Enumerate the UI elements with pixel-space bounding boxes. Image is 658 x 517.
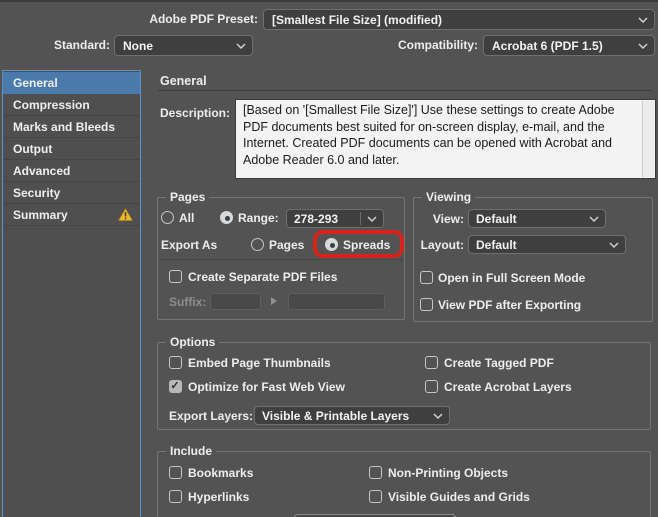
bookmarks-checkbox[interactable]	[169, 466, 182, 479]
include-group: Include Bookmarks Non-Printing Objects H…	[157, 445, 651, 517]
bookmarks-label[interactable]: Bookmarks	[188, 466, 253, 480]
sidebar-item-label: Output	[13, 142, 53, 156]
settings-section-list: General Compression Marks and Bleeds Out…	[2, 70, 141, 517]
suffix-field-1	[210, 293, 261, 310]
chevron-down-icon	[367, 215, 377, 222]
view-value: Default	[476, 211, 517, 226]
create-tagged-pdf-checkbox[interactable]	[425, 356, 438, 369]
combo-divider	[360, 212, 361, 225]
suffix-label: Suffix:	[169, 295, 207, 309]
chevron-down-icon	[638, 16, 648, 23]
pages-legend: Pages	[166, 191, 210, 204]
chevron-down-icon	[433, 412, 443, 419]
pages-radio[interactable]	[251, 238, 264, 251]
standard-dropdown[interactable]: None	[114, 35, 253, 56]
sidebar-item-label: Marks and Bleeds	[13, 120, 116, 134]
layout-value: Default	[476, 237, 517, 252]
all-radio[interactable]	[161, 211, 174, 224]
annotation-highlight-spreads	[313, 230, 404, 258]
range-radio[interactable]	[220, 211, 233, 224]
panel-heading: General	[160, 74, 207, 88]
open-fullscreen-checkbox[interactable]	[420, 271, 433, 284]
export-layers-dropdown[interactable]: Visible & Printable Layers	[254, 406, 450, 425]
pages-divider	[159, 259, 403, 260]
heading-divider	[158, 90, 652, 91]
options-legend: Options	[166, 336, 220, 349]
sidebar-item-label: Advanced	[13, 164, 71, 178]
sidebar-item-summary[interactable]: Summary	[3, 204, 140, 226]
hyperlinks-checkbox[interactable]	[169, 490, 182, 503]
suffix-field-2	[288, 293, 385, 310]
sidebar-item-security[interactable]: Security	[3, 182, 140, 204]
create-acrobat-layers-label[interactable]: Create Acrobat Layers	[444, 380, 572, 394]
non-printing-objects-checkbox[interactable]	[369, 466, 382, 479]
view-pdf-after-label[interactable]: View PDF after Exporting	[438, 298, 581, 312]
embed-thumbnails-label[interactable]: Embed Page Thumbnails	[188, 356, 331, 370]
visible-guides-grids-checkbox[interactable]	[369, 490, 382, 503]
view-label: View:	[432, 212, 464, 226]
visible-guides-grids-label[interactable]: Visible Guides and Grids	[388, 490, 530, 504]
sidebar-item-general[interactable]: General	[3, 72, 140, 94]
description-label: Description:	[160, 106, 231, 120]
preset-dropdown[interactable]: [Smallest File Size] (modified)	[263, 9, 655, 30]
pages-group: Pages All Range: 278-293 Export As Pages…	[157, 191, 405, 320]
include-legend: Include	[166, 445, 217, 458]
create-separate-pdf-label[interactable]: Create Separate PDF Files	[188, 270, 337, 284]
export-as-label: Export As	[161, 238, 218, 252]
description-scrollbar[interactable]	[642, 101, 654, 177]
range-combobox[interactable]: 278-293	[286, 209, 384, 228]
warning-icon	[118, 207, 133, 221]
viewing-legend: Viewing	[422, 191, 476, 204]
view-pdf-after-checkbox[interactable]	[420, 298, 433, 311]
sidebar-item-label: Compression	[13, 98, 90, 112]
compatibility-dropdown[interactable]: Acrobat 6 (PDF 1.5)	[483, 35, 655, 56]
viewing-group: Viewing View: Default Layout: Default Op…	[413, 191, 653, 322]
export-layers-label: Export Layers:	[169, 409, 254, 423]
sidebar-item-output[interactable]: Output	[3, 138, 140, 160]
create-tagged-pdf-label[interactable]: Create Tagged PDF	[444, 356, 554, 370]
preset-value: [Smallest File Size] (modified)	[272, 12, 443, 27]
description-textbox[interactable]: [Based on '[Smallest File Size]'] Use th…	[235, 99, 656, 179]
chevron-down-icon	[236, 42, 246, 49]
sidebar-item-advanced[interactable]: Advanced	[3, 160, 140, 182]
suffix-arrow-icon	[271, 297, 277, 305]
pages-radio-label[interactable]: Pages	[269, 238, 304, 252]
options-group: Options Embed Page Thumbnails Create Tag…	[157, 336, 651, 430]
export-layers-value: Visible & Printable Layers	[262, 408, 410, 423]
preset-label: Adobe PDF Preset:	[149, 12, 258, 26]
range-radio-label[interactable]: Range:	[238, 211, 279, 225]
optimize-fast-web-checkbox[interactable]	[169, 380, 182, 393]
layout-label: Layout:	[420, 238, 464, 252]
sidebar-item-compression[interactable]: Compression	[3, 94, 140, 116]
range-value: 278-293	[294, 211, 339, 226]
export-pdf-dialog: Adobe PDF Preset: [Smallest File Size] (…	[0, 0, 658, 517]
description-text: [Based on '[Smallest File Size]'] Use th…	[243, 103, 615, 167]
chevron-down-icon	[589, 215, 599, 222]
all-radio-label[interactable]: All	[179, 211, 194, 225]
non-printing-objects-label[interactable]: Non-Printing Objects	[388, 466, 508, 480]
sidebar-item-label: Summary	[13, 208, 68, 222]
chevron-down-icon	[638, 42, 648, 49]
create-acrobat-layers-checkbox[interactable]	[425, 380, 438, 393]
chevron-down-icon	[609, 241, 619, 248]
view-dropdown[interactable]: Default	[468, 209, 606, 228]
sidebar-item-marks-and-bleeds[interactable]: Marks and Bleeds	[3, 116, 140, 138]
embed-thumbnails-checkbox[interactable]	[169, 356, 182, 369]
open-fullscreen-label[interactable]: Open in Full Screen Mode	[438, 271, 585, 285]
optimize-fast-web-label[interactable]: Optimize for Fast Web View	[188, 380, 345, 394]
standard-value: None	[123, 38, 153, 53]
hyperlinks-label[interactable]: Hyperlinks	[188, 490, 249, 504]
standard-label: Standard:	[53, 38, 110, 52]
compatibility-value: Acrobat 6 (PDF 1.5)	[492, 38, 603, 53]
sidebar-item-label: Security	[13, 186, 61, 200]
layout-dropdown[interactable]: Default	[468, 235, 626, 254]
create-separate-pdf-checkbox[interactable]	[169, 270, 182, 283]
compatibility-label: Compatibility:	[398, 38, 478, 52]
sidebar-item-label: General	[13, 76, 58, 90]
